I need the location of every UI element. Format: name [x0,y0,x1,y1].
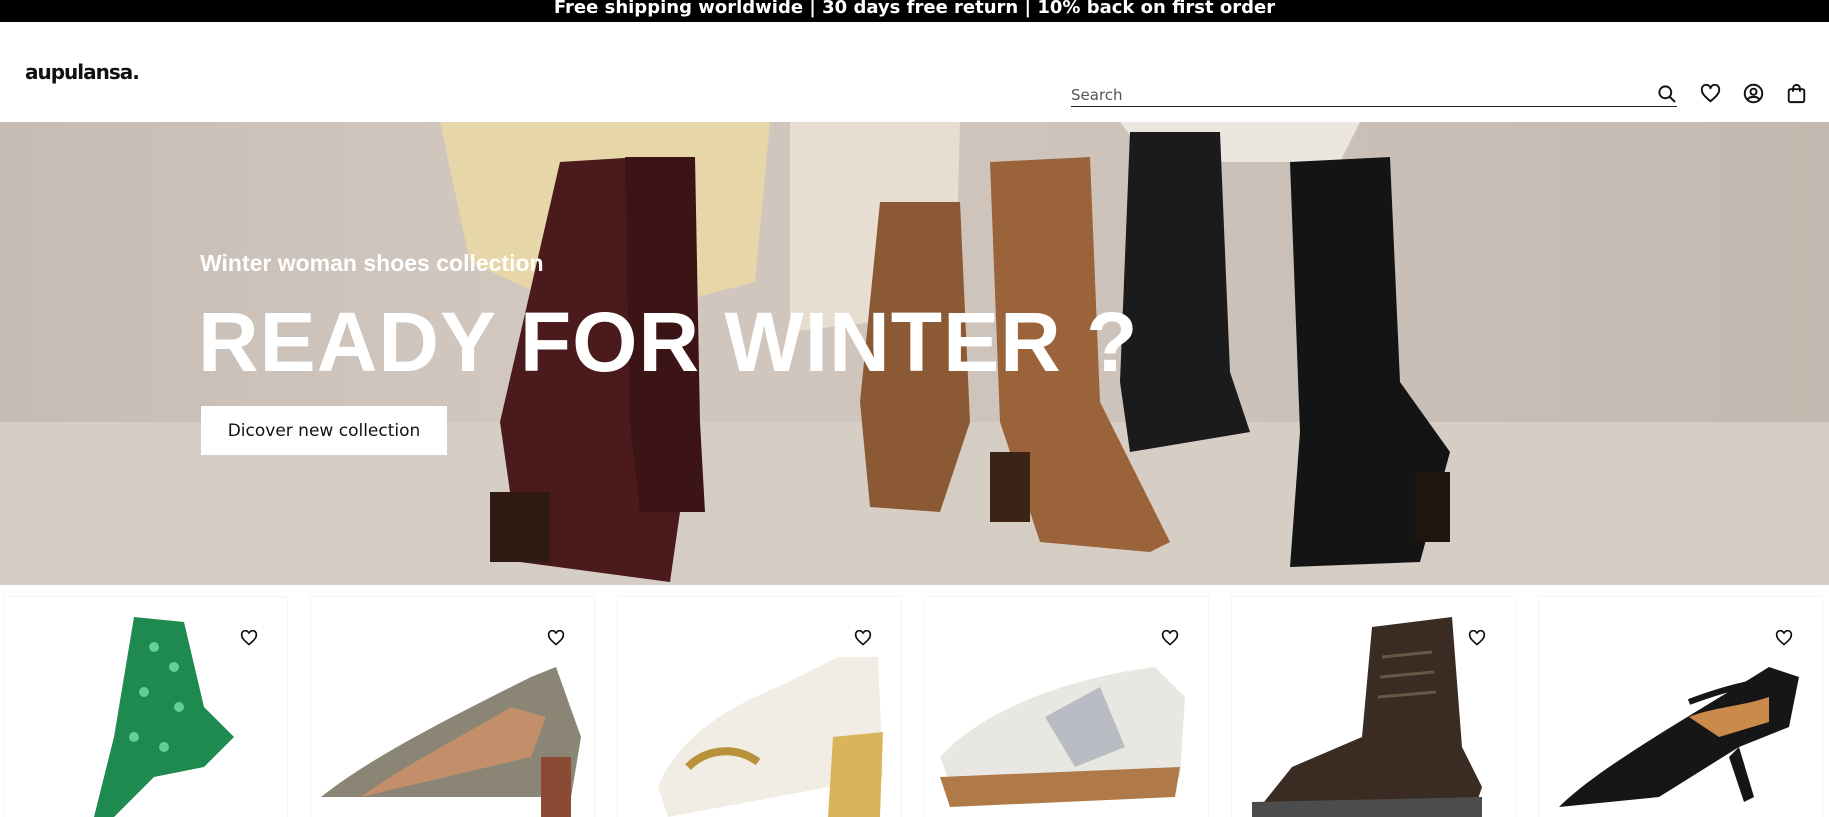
announcement-bar: Free shipping worldwide | 30 days free r… [0,0,1829,22]
discover-collection-button[interactable]: Dicover new collection [201,406,447,455]
announcement-text: Free shipping worldwide | 30 days free r… [553,0,1276,18]
search-icon[interactable] [1655,82,1677,104]
header-actions [1699,82,1807,104]
product-card[interactable] [1232,597,1515,817]
search-input[interactable] [1071,86,1631,104]
wishlist-heart-icon[interactable] [238,627,260,649]
site-logo[interactable]: aupulansa. [25,60,140,84]
hero-banner: Winter woman shoes collection READY FOR … [0,122,1829,585]
bag-icon[interactable] [1785,82,1807,104]
product-card[interactable] [4,597,287,817]
product-grid [4,597,1822,817]
wishlist-heart-icon[interactable] [1773,627,1795,649]
product-card[interactable] [1539,597,1822,817]
hero-title: READY FOR WINTER ? [198,295,1139,389]
product-card[interactable] [618,597,901,817]
product-card[interactable] [311,597,594,817]
site-header: aupulansa. [0,22,1829,122]
wishlist-heart-icon[interactable] [852,627,874,649]
search-bar [1071,59,1677,107]
heart-icon[interactable] [1699,82,1721,104]
hero-subtitle: Winter woman shoes collection [200,250,544,276]
wishlist-heart-icon[interactable] [1159,627,1181,649]
product-card[interactable] [925,597,1208,817]
wishlist-heart-icon[interactable] [545,627,567,649]
account-icon[interactable] [1742,82,1764,104]
wishlist-heart-icon[interactable] [1466,627,1488,649]
